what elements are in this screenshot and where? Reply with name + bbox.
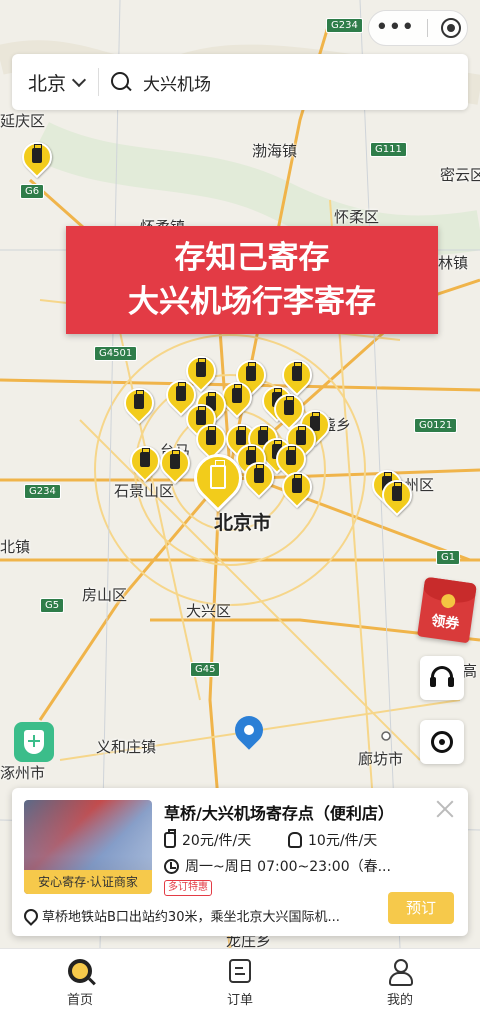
coupon-button[interactable]: 领券	[417, 576, 477, 644]
price-bag: 10元/件/天	[288, 830, 377, 850]
store-card[interactable]: 安心寄存·认证商家 草桥/大兴机场寄存点（便利店） 20元/件/天 10元/件/…	[12, 788, 468, 936]
storage-location-pin[interactable]	[153, 441, 197, 486]
place-label: 怀柔区	[334, 208, 380, 226]
hours-text: 周一~周日 07:00~23:00（春...	[185, 859, 391, 875]
search-bar: 北京 大兴机场	[12, 54, 468, 110]
road-shield: G5	[40, 598, 65, 613]
tab-orders[interactable]: 订单	[160, 949, 320, 1014]
place-label: 密云区	[440, 166, 480, 184]
mini-program-capsule: •••	[368, 10, 468, 46]
road-shield: G234	[326, 18, 363, 33]
road-shield: G111	[370, 142, 407, 157]
city-selector[interactable]: 北京	[28, 69, 66, 96]
price-bag-text: 10元/件/天	[308, 833, 378, 849]
crosshair-icon	[431, 731, 453, 753]
place-label: 大兴区	[186, 602, 232, 620]
headset-icon	[430, 666, 454, 687]
storage-location-pin[interactable]	[375, 473, 419, 518]
place-label: 北镇	[0, 538, 31, 556]
road-shield: G0121	[414, 418, 458, 433]
road-shield: G45	[190, 662, 221, 677]
close-icon[interactable]	[434, 798, 456, 820]
place-label: 房山区	[82, 586, 128, 604]
place-label: 延庆区	[0, 112, 46, 130]
place-label: 廊坊市	[358, 750, 404, 768]
close-program-icon[interactable]	[440, 18, 461, 38]
more-icon[interactable]: •••	[375, 17, 414, 39]
place-label: 林镇	[438, 254, 469, 272]
customer-service-button[interactable]	[420, 656, 464, 700]
road-shield: G234	[24, 484, 61, 499]
storage-location-pin[interactable]	[15, 135, 59, 180]
place-label: 义和庄镇	[96, 738, 157, 756]
shield-plus-icon	[24, 730, 44, 754]
search-divider	[98, 68, 100, 96]
road-shield: G4501	[94, 346, 138, 361]
bottom-tab-bar: 首页 订单 我的	[0, 948, 480, 1014]
promo-banner: 存知己寄存 大兴机场行李寄存	[66, 226, 438, 334]
place-label: 渤海镇	[252, 142, 298, 160]
tab-label: 订单	[226, 993, 253, 1008]
locate-me-button[interactable]	[420, 720, 464, 764]
place-label: 涿州市	[0, 764, 46, 782]
price-luggage-text: 20元/件/天	[182, 833, 252, 849]
storage-location-pin[interactable]	[117, 381, 161, 426]
search-icon	[111, 72, 131, 92]
store-name: 草桥/大兴机场寄存点（便利店）	[164, 804, 394, 823]
opening-hours: 周一~周日 07:00~23:00（春...	[164, 856, 391, 876]
tab-label: 首页	[66, 993, 93, 1008]
chevron-down-icon[interactable]	[71, 72, 87, 88]
place-label: 高	[462, 662, 478, 680]
price-luggage: 20元/件/天	[164, 829, 252, 850]
storage-location-pin[interactable]	[123, 439, 167, 484]
storage-location-pin[interactable]	[237, 455, 281, 500]
tab-label: 我的	[386, 993, 413, 1008]
address-text: 草桥地铁站B口出站约30米，乘坐北京大兴国际机...	[42, 910, 340, 925]
book-button[interactable]: 预订	[388, 892, 454, 924]
tab-home[interactable]: 首页	[0, 949, 160, 1014]
banner-line-1: 存知己寄存	[174, 240, 330, 276]
destination-marker	[229, 710, 269, 754]
selected-storage-pin[interactable]	[184, 444, 252, 516]
tab-profile[interactable]: 我的	[320, 949, 480, 1014]
road-shield: G6	[20, 184, 45, 199]
home-search-icon	[68, 959, 92, 983]
clock-icon	[164, 858, 179, 874]
coupon-label: 领券	[430, 613, 461, 633]
promo-tag: 多订特惠	[164, 880, 212, 896]
order-icon	[229, 959, 251, 983]
certified-merchant-badge: 安心寄存·认证商家	[24, 870, 152, 894]
safety-shield-button[interactable]	[14, 722, 54, 762]
search-input[interactable]: 大兴机场	[143, 70, 211, 95]
storage-location-pin[interactable]	[179, 349, 223, 394]
storage-location-pin[interactable]	[275, 465, 319, 510]
location-icon	[24, 909, 36, 923]
capsule-divider	[426, 19, 428, 37]
user-icon	[388, 959, 413, 986]
luggage-icon	[164, 829, 176, 848]
banner-line-2: 大兴机场行李寄存	[128, 284, 376, 320]
storage-location-pin[interactable]	[215, 375, 259, 420]
road-shield: G1	[436, 550, 461, 565]
backpack-icon	[288, 832, 302, 848]
store-address: 草桥地铁站B口出站约30米，乘坐北京大兴国际机...	[24, 906, 340, 925]
